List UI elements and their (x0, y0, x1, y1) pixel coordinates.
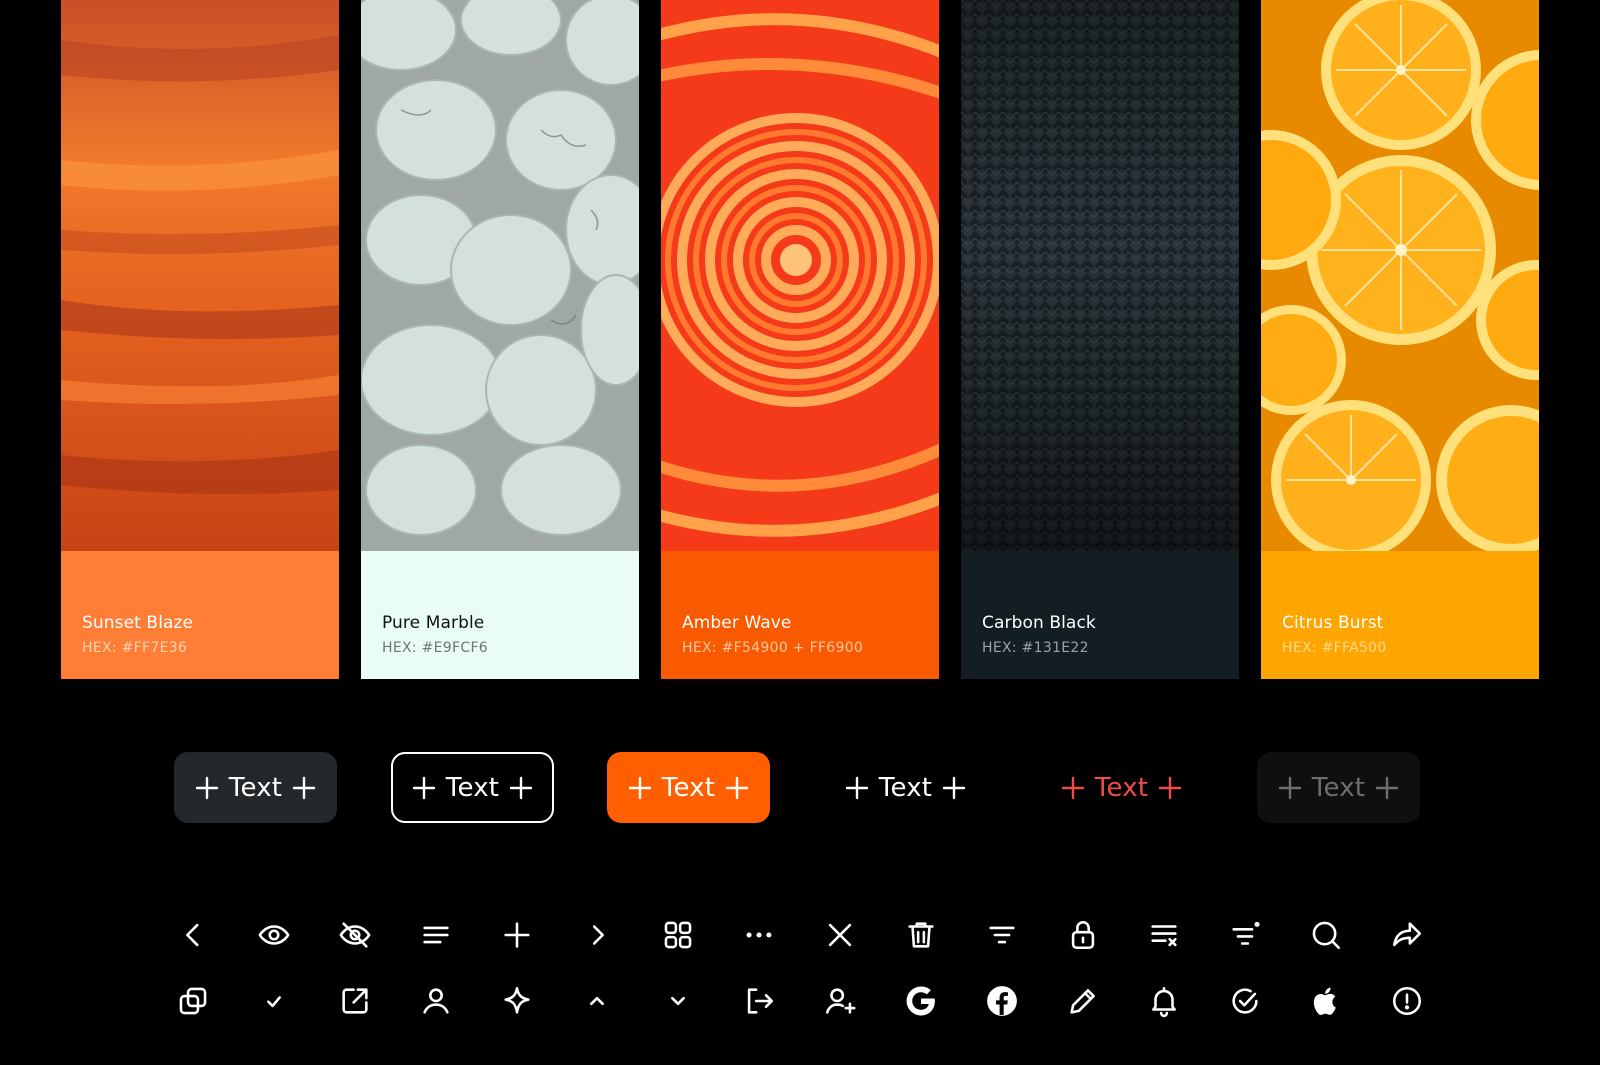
button-label: Text (445, 772, 500, 803)
alert-circle-icon[interactable] (1387, 981, 1427, 1021)
clear-list-icon[interactable] (1144, 915, 1184, 955)
external-link-icon[interactable] (335, 981, 375, 1021)
filter-icon[interactable] (982, 915, 1022, 955)
swatch-name: Citrus Burst (1282, 613, 1384, 633)
eye-off-icon[interactable] (335, 915, 375, 955)
swatch-card-amber-wave: Amber Wave HEX: #F54900 + FF6900 (661, 0, 939, 679)
swatch-hex: HEX: #FF7E36 (82, 640, 188, 656)
orange-filled-button[interactable]: Text (607, 752, 770, 823)
google-icon[interactable] (901, 981, 941, 1021)
swatch-card-carbon-black: Carbon Black HEX: #131E22 (961, 0, 1239, 679)
swatch-info: Pure Marble HEX: #E9FCF6 (361, 551, 639, 679)
amber-wave-image (661, 0, 939, 551)
chevron-right-icon[interactable] (577, 915, 617, 955)
facebook-icon[interactable] (982, 981, 1022, 1021)
more-horizontal-icon[interactable] (739, 915, 779, 955)
button-label: Text (1094, 772, 1149, 803)
check-circle-icon[interactable] (1225, 981, 1265, 1021)
plus-icon (1158, 776, 1182, 800)
chevron-down-icon[interactable] (658, 981, 698, 1021)
plus-icon (509, 776, 533, 800)
plus-icon (292, 776, 316, 800)
dark-filled-button[interactable]: Text (174, 752, 337, 823)
share-icon[interactable] (1387, 915, 1427, 955)
plus-icon (845, 776, 869, 800)
search-icon[interactable] (1306, 915, 1346, 955)
button-label: Text (661, 772, 716, 803)
danger-text-button[interactable]: Text (1040, 752, 1203, 823)
swatch-info: Amber Wave HEX: #F54900 + FF6900 (661, 551, 939, 679)
bell-icon[interactable] (1144, 981, 1184, 1021)
swatch-hex: HEX: #131E22 (982, 640, 1089, 656)
sunset-sky-image (61, 0, 339, 551)
lock-icon[interactable] (1063, 915, 1103, 955)
logout-icon[interactable] (739, 981, 779, 1021)
swatch-hex: HEX: #E9FCF6 (382, 640, 489, 656)
plus-icon (725, 776, 749, 800)
plus-icon (412, 776, 436, 800)
marble-stones-image (361, 0, 639, 551)
close-icon[interactable] (820, 915, 860, 955)
user-icon[interactable] (416, 981, 456, 1021)
swatch-info: Citrus Burst HEX: #FFA500 (1261, 551, 1539, 679)
grid-icon[interactable] (658, 915, 698, 955)
plus-icon[interactable] (497, 915, 537, 955)
trash-icon[interactable] (901, 915, 941, 955)
pencil-icon[interactable] (1063, 981, 1103, 1021)
sparkle-icon[interactable] (497, 981, 537, 1021)
chevron-left-icon[interactable] (173, 915, 213, 955)
swatch-card-citrus-burst: Citrus Burst HEX: #FFA500 (1261, 0, 1539, 679)
carbon-fiber-image (961, 0, 1239, 551)
filter-notification-icon[interactable] (1225, 915, 1265, 955)
plus-icon (1061, 776, 1085, 800)
plus-icon (942, 776, 966, 800)
plus-icon (628, 776, 652, 800)
copy-icon[interactable] (173, 981, 213, 1021)
plus-icon (1278, 776, 1302, 800)
add-user-icon[interactable] (820, 981, 860, 1021)
swatch-info: Carbon Black HEX: #131E22 (961, 551, 1239, 679)
check-icon[interactable] (254, 981, 294, 1021)
disabled-button[interactable]: Text (1257, 752, 1420, 823)
swatch-name: Amber Wave (682, 613, 792, 633)
button-label: Text (878, 772, 933, 803)
swatch-hex: HEX: #F54900 + FF6900 (682, 640, 864, 656)
swatch-card-pure-marble: Pure Marble HEX: #E9FCF6 (361, 0, 639, 679)
menu-lines-icon[interactable] (416, 915, 456, 955)
plus-icon (195, 776, 219, 800)
swatch-name: Pure Marble (382, 613, 485, 633)
plus-icon (1375, 776, 1399, 800)
plain-text-button[interactable]: Text (824, 752, 987, 823)
swatch-name: Carbon Black (982, 613, 1096, 633)
swatch-name: Sunset Blaze (82, 613, 194, 633)
chevron-up-icon[interactable] (577, 981, 617, 1021)
swatch-info: Sunset Blaze HEX: #FF7E36 (61, 551, 339, 679)
swatch-hex: HEX: #FFA500 (1282, 640, 1387, 656)
orange-slices-image (1261, 0, 1539, 551)
apple-icon[interactable] (1306, 981, 1346, 1021)
swatch-card-sunset-blaze: Sunset Blaze HEX: #FF7E36 (61, 0, 339, 679)
button-label: Text (1311, 772, 1366, 803)
button-label: Text (228, 772, 283, 803)
eye-icon[interactable] (254, 915, 294, 955)
color-palette: Sunset Blaze HEX: #FF7E36 Pure Marble HE… (0, 0, 1600, 680)
outline-button[interactable]: Text (391, 752, 554, 823)
